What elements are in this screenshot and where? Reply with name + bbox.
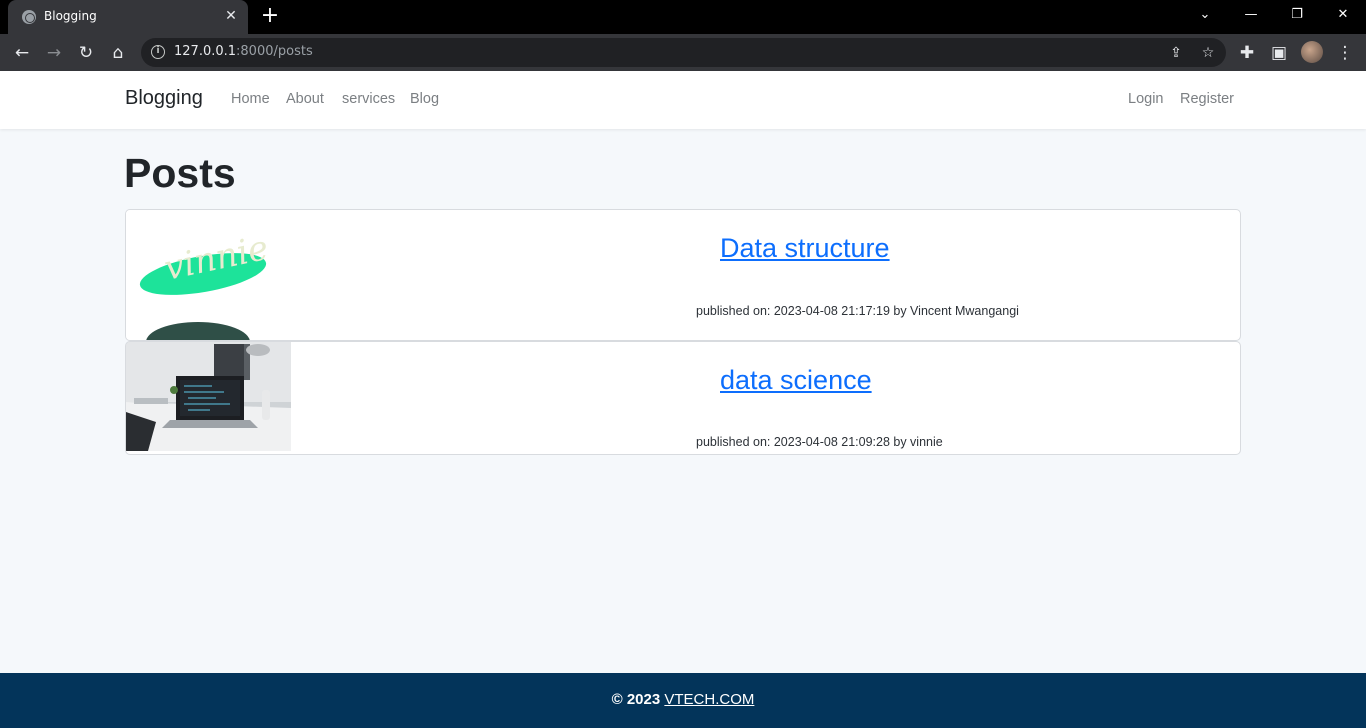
footer-text: © 2023 VTECH.COM: [0, 691, 1366, 708]
post-card: vinnie Data structure published on: 2023…: [125, 209, 1241, 341]
site-info-icon[interactable]: i: [151, 45, 165, 59]
site-navbar: Blogging Home About services Blog Login …: [0, 71, 1366, 129]
profile-avatar[interactable]: [1301, 41, 1323, 63]
restore-button[interactable]: ❐: [1274, 0, 1320, 30]
post-thumbnail: [126, 342, 291, 451]
minimize-button[interactable]: —: [1228, 0, 1274, 30]
nav-services[interactable]: services: [342, 91, 395, 107]
post-title-link[interactable]: data science: [720, 365, 872, 396]
menu-icon[interactable]: ⋮: [1333, 41, 1357, 65]
browser-toolbar: ← → ↻ ⌂ i 127.0.0.1:8000/posts ⇪ ☆ ✚ ▣ ⋮: [0, 34, 1366, 71]
copyright-text: © 2023: [611, 691, 661, 708]
address-bar[interactable]: i 127.0.0.1:8000/posts ⇪ ☆: [141, 38, 1226, 67]
post-card: data science published on: 2023-04-08 21…: [125, 341, 1241, 455]
nav-about[interactable]: About: [286, 91, 324, 107]
share-icon[interactable]: ⇪: [1165, 42, 1187, 64]
post-thumbnail: vinnie: [126, 210, 291, 340]
bookmark-star-icon[interactable]: ☆: [1197, 42, 1219, 64]
post-meta: published on: 2023-04-08 21:17:19 by Vin…: [696, 304, 1019, 318]
nav-home[interactable]: Home: [231, 91, 270, 107]
url-text[interactable]: 127.0.0.1:8000/posts: [174, 44, 313, 59]
back-icon[interactable]: ←: [10, 41, 34, 65]
post-meta: published on: 2023-04-08 21:09:28 by vin…: [696, 435, 943, 449]
tab-search-icon[interactable]: ⌄: [1182, 0, 1228, 30]
page-title: Posts: [124, 150, 236, 196]
nav-login[interactable]: Login: [1128, 91, 1163, 107]
reload-icon[interactable]: ↻: [74, 41, 98, 65]
footer-link[interactable]: VTECH.COM: [664, 691, 754, 708]
close-tab-icon[interactable]: ✕: [222, 7, 240, 25]
new-tab-button[interactable]: +: [258, 4, 282, 28]
side-panel-icon[interactable]: ▣: [1267, 41, 1291, 65]
nav-blog[interactable]: Blog: [410, 91, 439, 107]
tab-title: Blogging: [44, 9, 97, 23]
home-icon[interactable]: ⌂: [106, 41, 130, 65]
globe-icon: [22, 10, 36, 24]
brand-link[interactable]: Blogging: [125, 87, 203, 110]
browser-tab[interactable]: Blogging ✕: [8, 0, 248, 34]
window-close-button[interactable]: ✕: [1320, 0, 1366, 30]
extensions-icon[interactable]: ✚: [1235, 41, 1259, 65]
forward-icon[interactable]: →: [42, 41, 66, 65]
post-title-link[interactable]: Data structure: [720, 233, 890, 264]
browser-tab-bar: Blogging ✕ + ⌄ — ❐ ✕: [0, 0, 1366, 34]
nav-register[interactable]: Register: [1180, 91, 1234, 107]
site-footer: © 2023 VTECH.COM: [0, 673, 1366, 728]
